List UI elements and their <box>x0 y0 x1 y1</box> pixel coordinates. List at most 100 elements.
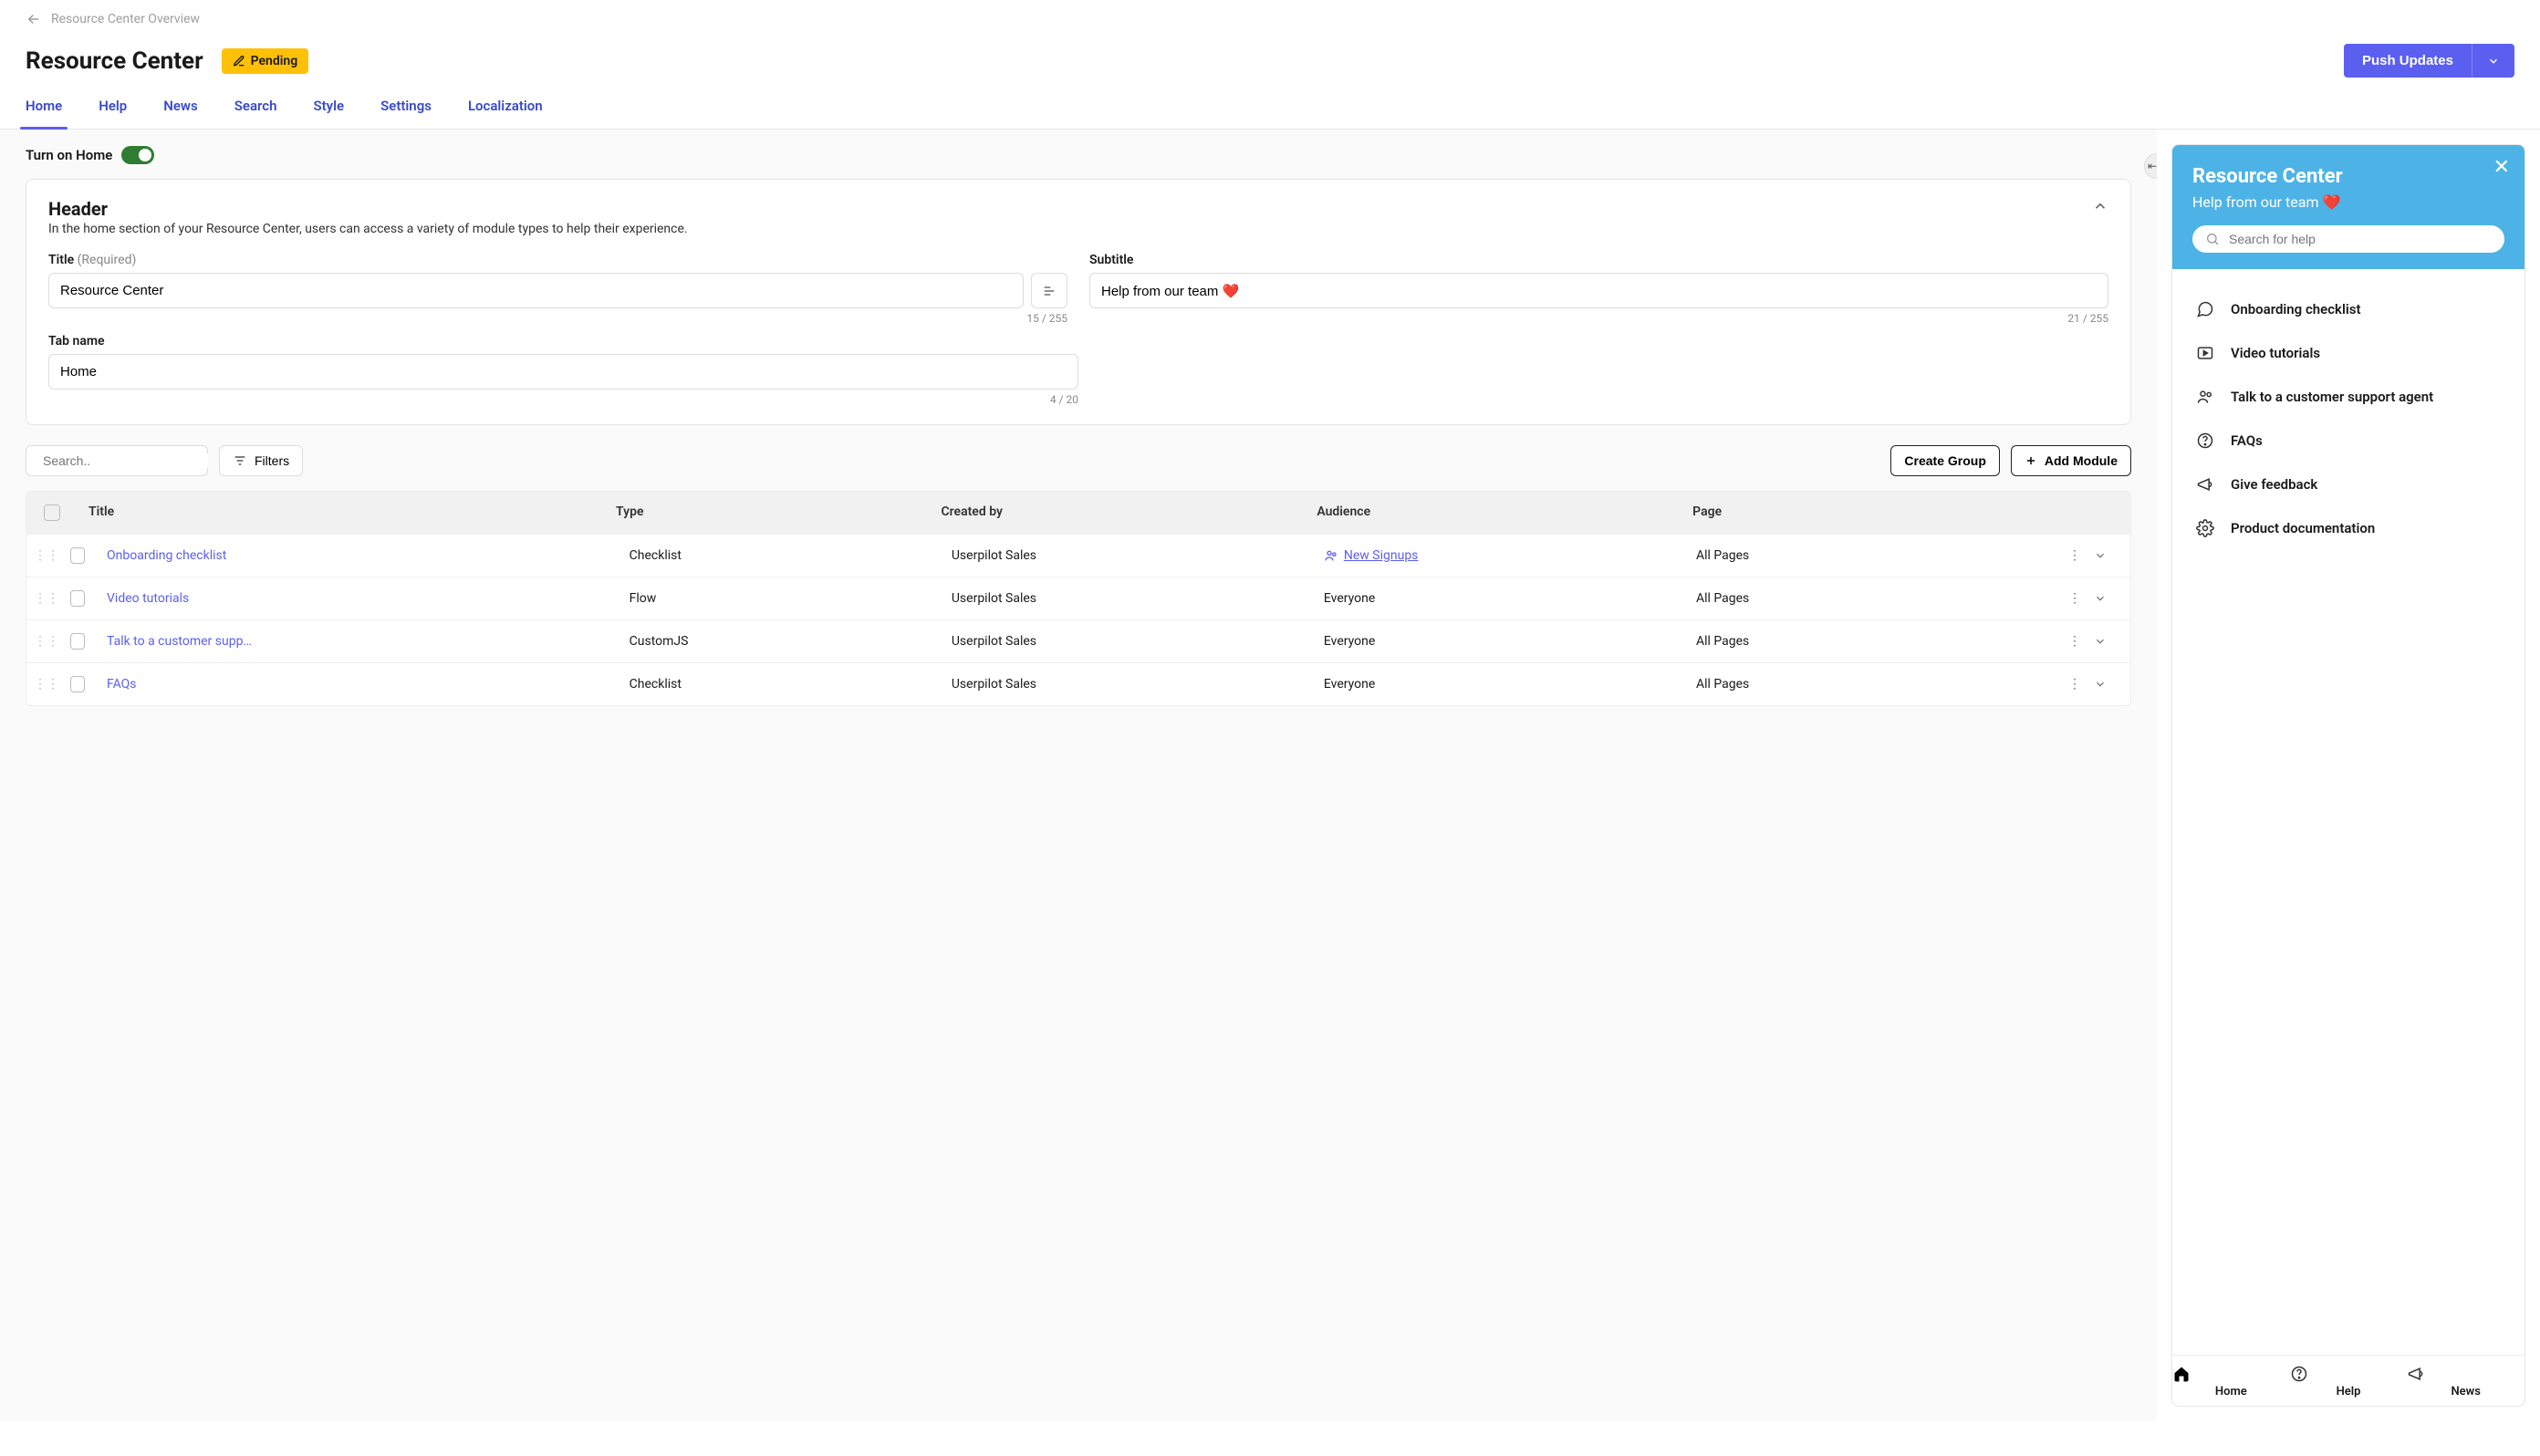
create-group-button[interactable]: Create Group <box>1890 445 1999 476</box>
module-title-link[interactable]: Onboarding checklist <box>107 548 226 563</box>
module-type: Flow <box>619 578 941 619</box>
row-menu-icon[interactable]: ⋮ <box>2068 591 2081 606</box>
audience-link[interactable]: New Signups <box>1324 548 1674 563</box>
tab-home[interactable]: Home <box>26 98 62 129</box>
title-label: Title <box>48 253 74 267</box>
row-expand-icon[interactable] <box>2094 635 2107 648</box>
preview-search-input[interactable] <box>2229 232 2492 246</box>
drag-handle-icon[interactable]: ⋮⋮ <box>26 634 59 649</box>
col-created-by: Created by <box>930 492 1306 534</box>
tabname-label: Tab name <box>48 334 1078 348</box>
module-created-by: Userpilot Sales <box>941 536 1313 576</box>
table-row: ⋮⋮ FAQs Checklist Userpilot Sales Everyo… <box>26 662 2130 705</box>
drag-handle-icon[interactable]: ⋮⋮ <box>26 677 59 692</box>
module-page: All Pages <box>1685 621 2057 661</box>
home-icon <box>2172 1365 2290 1383</box>
tab-style[interactable]: Style <box>313 98 344 129</box>
row-expand-icon[interactable] <box>2094 678 2107 691</box>
drag-handle-icon[interactable]: ⋮⋮ <box>26 591 59 606</box>
module-page: All Pages <box>1685 664 2057 704</box>
subtitle-counter: 21 / 255 <box>1089 312 2108 325</box>
status-badge: Pending <box>222 48 309 74</box>
page-title: Resource Center <box>26 47 203 75</box>
module-title-link[interactable]: FAQs <box>107 677 137 692</box>
tab-news[interactable]: News <box>163 98 197 129</box>
module-created-by: Userpilot Sales <box>941 664 1313 704</box>
col-page: Page <box>1681 492 2057 534</box>
tabname-input[interactable] <box>48 354 1078 390</box>
audience-text: Everyone <box>1324 634 1375 649</box>
megaphone-icon <box>2194 473 2216 495</box>
table-row: ⋮⋮ Onboarding checklist Checklist Userpi… <box>26 534 2130 577</box>
row-menu-icon[interactable]: ⋮ <box>2068 548 2081 563</box>
people-icon <box>2194 386 2216 408</box>
preview-item-label: Onboarding checklist <box>2231 301 2361 317</box>
select-all-checkbox[interactable] <box>44 504 60 521</box>
module-created-by: Userpilot Sales <box>941 621 1313 661</box>
preview-item[interactable]: Product documentation <box>2189 506 2508 550</box>
preview-item[interactable]: Talk to a customer support agent <box>2189 375 2508 419</box>
filters-button[interactable]: Filters <box>219 445 303 476</box>
module-type: CustomJS <box>619 621 941 661</box>
module-type: Checklist <box>619 664 941 704</box>
subtitle-input[interactable] <box>1089 273 2108 308</box>
title-format-icon[interactable] <box>1031 273 1067 308</box>
chat-icon <box>2194 298 2216 320</box>
row-expand-icon[interactable] <box>2094 549 2107 562</box>
module-type: Checklist <box>619 536 941 576</box>
preview-item[interactable]: FAQs <box>2189 419 2508 463</box>
preview-item-label: Talk to a customer support agent <box>2231 389 2433 405</box>
audience-text: Everyone <box>1324 591 1375 606</box>
close-icon[interactable]: ✕ <box>2493 158 2510 178</box>
add-module-button[interactable]: Add Module <box>2011 445 2131 476</box>
preview-tab-help[interactable]: Help <box>2290 1356 2408 1406</box>
row-expand-icon[interactable] <box>2094 592 2107 605</box>
row-menu-icon[interactable]: ⋮ <box>2068 634 2081 649</box>
panel-collapse-handle[interactable]: ⇤⇥ <box>2144 153 2157 179</box>
toggle-label: Turn on Home <box>26 147 112 163</box>
module-title-link[interactable]: Video tutorials <box>107 591 189 606</box>
preview-item-label: Video tutorials <box>2231 345 2320 361</box>
breadcrumb[interactable]: Resource Center Overview <box>51 12 200 26</box>
push-updates-dropdown[interactable] <box>2472 44 2514 78</box>
row-checkbox[interactable] <box>70 590 85 607</box>
tab-search[interactable]: Search <box>234 98 277 129</box>
preview-item[interactable]: Onboarding checklist <box>2189 287 2508 331</box>
preview-tab-home[interactable]: Home <box>2172 1356 2290 1406</box>
megaphone-icon <box>2407 1365 2524 1383</box>
preview-item-label: Product documentation <box>2231 520 2375 536</box>
header-card-desc: In the home section of your Resource Cen… <box>48 222 688 236</box>
preview-title: Resource Center <box>2192 165 2504 188</box>
module-search[interactable] <box>26 445 208 476</box>
row-checkbox[interactable] <box>70 676 85 692</box>
module-title-link[interactable]: Talk to a customer supp… <box>107 634 252 649</box>
tab-localization[interactable]: Localization <box>468 98 543 129</box>
preview-search[interactable] <box>2192 225 2504 253</box>
row-checkbox[interactable] <box>70 547 85 564</box>
col-type: Type <box>605 492 930 534</box>
gear-icon <box>2194 517 2216 539</box>
video-icon <box>2194 342 2216 364</box>
preview-item[interactable]: Video tutorials <box>2189 331 2508 375</box>
module-page: All Pages <box>1685 536 2057 576</box>
row-menu-icon[interactable]: ⋮ <box>2068 677 2081 692</box>
drag-handle-icon[interactable]: ⋮⋮ <box>26 548 59 563</box>
tabs: Home Help News Search Style Settings Loc… <box>0 81 2540 130</box>
preview-item[interactable]: Give feedback <box>2189 463 2508 506</box>
preview-tab-news[interactable]: News <box>2407 1356 2524 1406</box>
help-icon <box>2290 1365 2408 1383</box>
module-search-input[interactable] <box>43 453 208 468</box>
collapse-header-card[interactable] <box>2092 198 2108 214</box>
help-icon <box>2194 430 2216 452</box>
tab-help[interactable]: Help <box>99 98 127 129</box>
filters-label: Filters <box>255 453 289 468</box>
preview-item-label: Give feedback <box>2231 476 2317 493</box>
tab-settings[interactable]: Settings <box>380 98 432 129</box>
title-input[interactable] <box>48 273 1024 308</box>
turn-on-home-toggle[interactable] <box>121 146 154 164</box>
status-badge-label: Pending <box>251 54 298 68</box>
push-updates-button[interactable]: Push Updates <box>2344 44 2472 78</box>
back-arrow[interactable] <box>26 11 42 27</box>
table-row: ⋮⋮ Talk to a customer supp… CustomJS Use… <box>26 619 2130 662</box>
row-checkbox[interactable] <box>70 633 85 650</box>
